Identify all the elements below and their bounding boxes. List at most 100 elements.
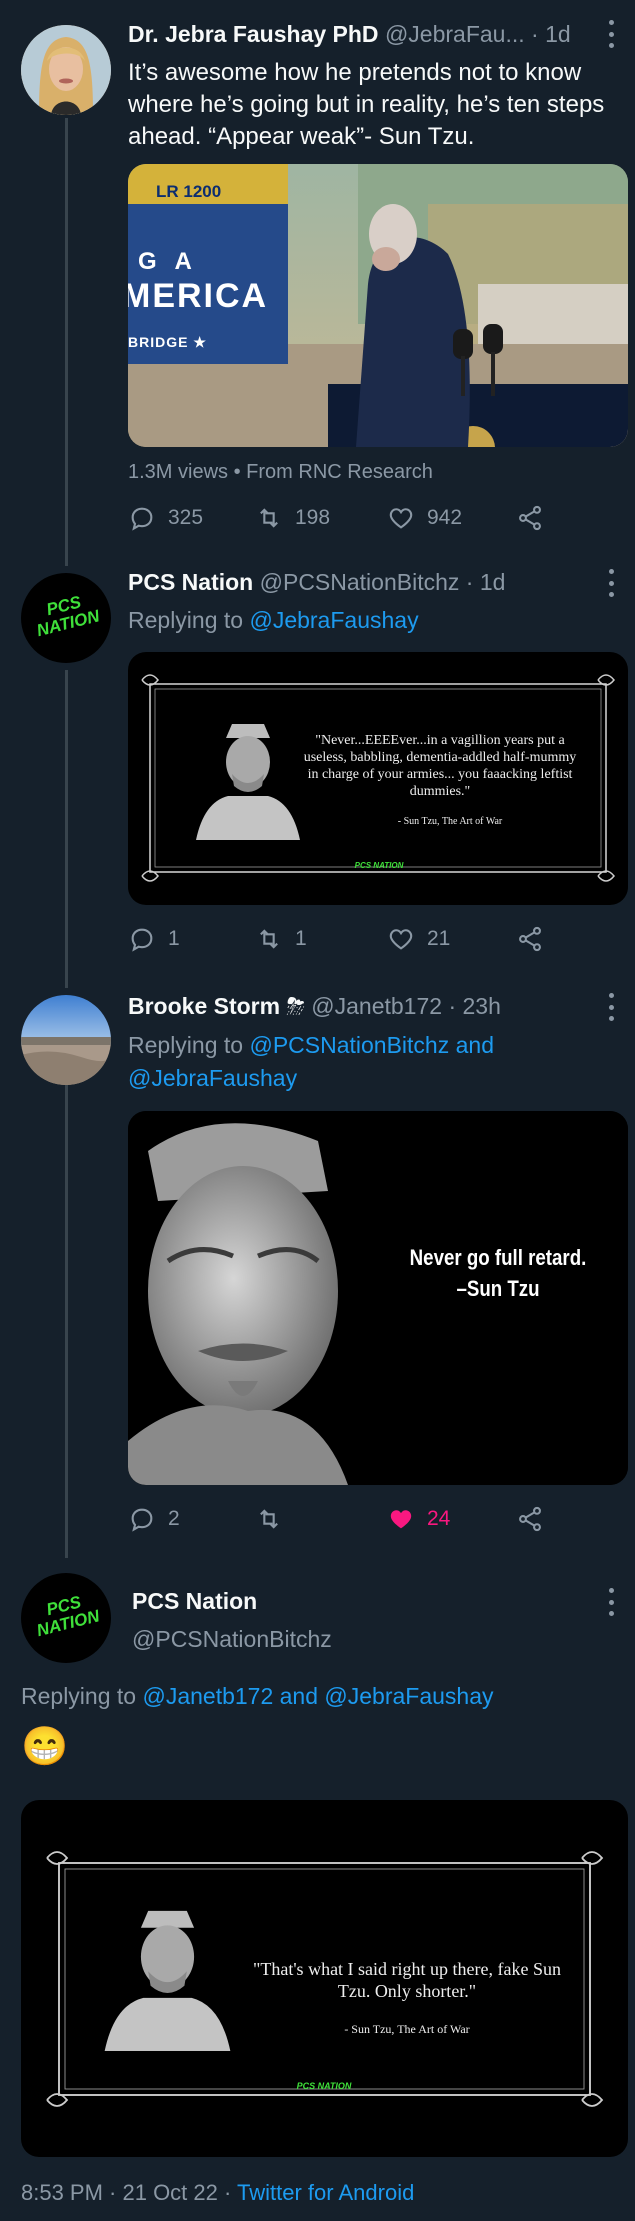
sign-text-line: BRIDGE ★ — [128, 334, 207, 350]
reply-icon — [131, 507, 153, 531]
avatar[interactable] — [21, 995, 111, 1085]
like-count: 24 — [427, 1507, 451, 1530]
reply-button[interactable]: 325 — [128, 504, 203, 532]
username[interactable]: @Janetb172 — [311, 993, 442, 1019]
like-count: 21 — [427, 927, 451, 950]
display-name[interactable]: Brooke Storm — [128, 993, 280, 1019]
more-options-icon[interactable] — [608, 993, 614, 1021]
like-count: 942 — [427, 506, 463, 529]
replying-to: Replying to @PCSNationBitchz and @JebraF… — [128, 1029, 618, 1095]
more-options-icon[interactable] — [608, 569, 614, 597]
more-options-icon[interactable] — [608, 20, 614, 48]
grin-emoji: 😁 — [21, 1726, 69, 1768]
like-button[interactable]: 942 — [387, 504, 462, 532]
meta-separator: • — [233, 461, 247, 483]
tweet-header: PCS Nation @PCSNationBitchz · 1d — [128, 569, 505, 596]
tweet-actions: 1 1 21 — [128, 925, 618, 955]
mention-link[interactable]: @JebraFaushay — [128, 1065, 297, 1091]
share-icon — [519, 1506, 541, 1532]
quote-attribution: - Sun Tzu, The Art of War — [344, 2022, 470, 2036]
share-icon — [519, 926, 541, 952]
display-name[interactable]: PCS Nation — [128, 569, 253, 595]
like-button-active[interactable]: 24 — [387, 1505, 450, 1533]
avatar[interactable]: PCS NATION — [21, 1573, 111, 1663]
tweet-meta: 1.3M views • From RNC Research — [128, 461, 433, 484]
avatar[interactable]: PCS NATION — [21, 573, 111, 663]
reply-count: 325 — [168, 506, 204, 529]
mention-and: and — [455, 1032, 494, 1058]
quote-text: "Never...EEEEver...in a vagillion years … — [303, 733, 577, 799]
thread-connector-line — [65, 118, 68, 566]
mention-link[interactable]: @JebraFaushay — [324, 1683, 493, 1709]
heart-icon — [389, 508, 413, 529]
share-button[interactable] — [516, 1505, 544, 1533]
retweet-button[interactable]: 198 — [255, 504, 330, 532]
meme-attribution: –Sun Tzu — [456, 1276, 540, 1301]
tweet-actions: 2 24 — [128, 1505, 618, 1535]
reply-button[interactable]: 2 — [128, 1505, 180, 1533]
terracotta-warrior-icon — [196, 724, 300, 840]
tweet-header: Brooke Storm ⛈ @Janetb172 · 23h — [128, 993, 501, 1020]
sign-text-line: MERICA — [128, 277, 269, 315]
terracotta-warrior-icon — [104, 1910, 231, 2051]
tweet-time[interactable]: · 23h — [448, 993, 500, 1019]
retweet-icon — [260, 1509, 278, 1529]
replying-to-label: Replying to — [21, 1683, 137, 1709]
storm-emoji: ⛈ — [286, 993, 305, 1019]
tweet-text: It’s awesome how he pretends not to know… — [128, 59, 605, 150]
username[interactable]: @PCSNationBitchz — [260, 569, 460, 595]
avatar-logo-text: PCS NATION — [34, 592, 102, 641]
like-button[interactable]: 21 — [387, 925, 450, 953]
reply-count: 2 — [168, 1507, 180, 1530]
quote-attribution: - Sun Tzu, The Art of War — [397, 816, 503, 827]
share-icon — [519, 505, 541, 531]
username[interactable]: @PCSNationBitchz — [132, 1626, 332, 1653]
client-link[interactable]: Twitter for Android — [237, 2180, 414, 2205]
retweet-button[interactable] — [255, 1505, 295, 1533]
video-source[interactable]: From RNC Research — [246, 461, 433, 483]
sign-text-line: G A — [138, 248, 198, 275]
thread-connector-line — [65, 670, 68, 988]
display-name[interactable]: Dr. Jebra Faushay PhD — [128, 21, 379, 47]
share-button[interactable] — [516, 925, 544, 953]
reply-count: 1 — [168, 927, 180, 950]
reply-icon — [131, 928, 153, 952]
heart-icon — [389, 929, 413, 950]
username[interactable]: @JebraFau... — [385, 21, 525, 47]
thread-connector-line — [65, 1050, 68, 1558]
pcs-logo: PCS NATION — [296, 2081, 352, 2091]
share-button[interactable] — [516, 504, 544, 532]
retweet-icon — [260, 929, 278, 949]
mention-link[interactable]: @PCSNationBitchz — [249, 1032, 449, 1058]
tweet-image[interactable]: Never go full retard. –Sun Tzu — [128, 1111, 628, 1485]
meme-caption: Never go full retard. — [409, 1245, 587, 1270]
avatar[interactable] — [21, 25, 111, 115]
tweet-image[interactable]: "That's what I said right up there, fake… — [21, 1800, 628, 2157]
more-options-icon[interactable] — [608, 1588, 614, 1616]
tweet-header: Dr. Jebra Faushay PhD @JebraFau... · 1d — [128, 21, 571, 48]
tweet-timestamp: 8:53 PM · 21 Oct 22 · Twitter for Androi… — [21, 2180, 414, 2206]
retweet-count: 1 — [295, 927, 307, 950]
timestamp-text[interactable]: 8:53 PM · 21 Oct 22 · — [21, 2180, 231, 2205]
tweet-image[interactable]: "Never...EEEEver...in a vagillion years … — [128, 652, 628, 905]
replying-to-label: Replying to — [128, 1032, 244, 1058]
tweet-time[interactable]: · 1d — [531, 21, 571, 47]
retweet-count: 198 — [295, 506, 331, 529]
pcs-logo: PCS NATION — [354, 861, 404, 870]
avatar-logo-text: PCS NATION — [34, 1592, 102, 1641]
tweet-video[interactable]: LR 1200 G A MERICA BRIDGE ★ — [128, 164, 628, 447]
mention-link[interactable]: @Janetb172 — [142, 1683, 273, 1709]
display-name[interactable]: PCS Nation — [132, 1588, 257, 1615]
tweet-time[interactable]: · 1d — [466, 569, 506, 595]
retweet-button[interactable]: 1 — [255, 925, 307, 953]
quote-text: "That's what I said right up there, fake… — [252, 1959, 561, 2001]
replying-to-label: Replying to — [128, 607, 244, 633]
tweet-actions: 325 198 942 — [128, 504, 618, 534]
reply-icon — [131, 1508, 153, 1532]
retweet-icon — [260, 508, 278, 528]
view-count: 1.3M views — [128, 461, 229, 483]
reply-button[interactable]: 1 — [128, 925, 180, 953]
mention-link[interactable]: @JebraFaushay — [249, 607, 418, 633]
replying-to: Replying to @JebraFaushay — [128, 604, 419, 637]
replying-to: Replying to @Janetb172 and @JebraFaushay — [21, 1680, 494, 1713]
